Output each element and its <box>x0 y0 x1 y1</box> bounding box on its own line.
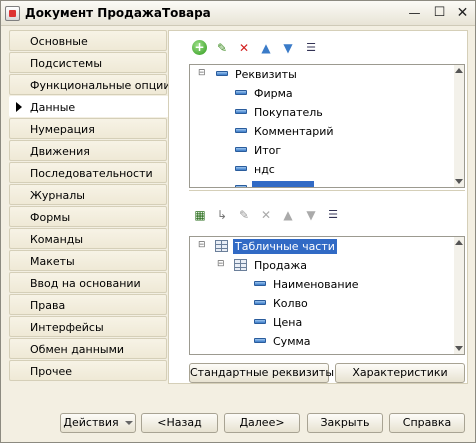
attribute-icon <box>254 281 266 286</box>
maximize-icon[interactable]: ☐ <box>431 5 448 21</box>
tabular-tree[interactable]: ⊟ Табличные части ⊟ Продажа Наименование… <box>189 236 465 355</box>
sidebar-item-subsystems[interactable]: Подсистемы <box>9 52 167 73</box>
next-button[interactable]: Далее> <box>224 413 300 433</box>
sidebar-item-rights[interactable]: Права <box>9 294 167 315</box>
window-title: Документ ПродажаТовара <box>25 6 211 20</box>
table-icon <box>215 240 228 252</box>
help-button[interactable]: Справка <box>389 413 465 433</box>
attribute-icon <box>254 338 266 343</box>
delete-icon[interactable]: ✕ <box>258 207 274 223</box>
scroll-up-icon[interactable] <box>455 240 463 245</box>
active-arrow-icon <box>16 102 22 112</box>
tabular-scrollbar[interactable] <box>454 237 464 354</box>
sidebar-item-numbering[interactable]: Нумерация <box>9 118 167 139</box>
sidebar-item-other[interactable]: Прочее <box>9 360 167 381</box>
close-icon[interactable]: ✕ <box>454 5 471 21</box>
move-down-icon[interactable]: ▼ <box>303 207 319 223</box>
add-table-icon[interactable]: ▦ <box>192 207 208 223</box>
attribute-icon <box>235 166 247 171</box>
move-up-icon[interactable]: ▲ <box>258 40 274 56</box>
chevron-down-icon <box>124 421 133 425</box>
sidebar-item-forms[interactable]: Формы <box>9 206 167 227</box>
collapse-icon[interactable]: ⊟ <box>198 241 207 250</box>
splitter[interactable] <box>189 190 465 191</box>
attribute-icon <box>254 319 266 324</box>
attribute-icon <box>235 128 247 133</box>
sidebar-item-data-exchange[interactable]: Обмен данными <box>9 338 167 359</box>
table-icon <box>234 259 247 271</box>
standard-requisites-button[interactable]: Стандартные реквизиты <box>189 363 334 383</box>
sidebar-item-templates[interactable]: Макеты <box>9 250 167 271</box>
collapse-icon[interactable]: ⊟ <box>198 69 207 78</box>
attribute-icon <box>235 109 247 114</box>
sidebar-item-movements[interactable]: Движения <box>9 140 167 161</box>
requisites-tree[interactable]: ⊟ Реквизиты Фирма Покупатель Комментарий… <box>189 64 465 188</box>
sidebar-item-functional-options[interactable]: Функциональные опции <box>9 74 170 95</box>
sort-icon[interactable]: ☰ <box>325 207 341 223</box>
attribute-icon <box>235 147 247 152</box>
sidebar-item-input-based-on[interactable]: Ввод на основании <box>9 272 167 293</box>
edit-icon[interactable]: ✎ <box>236 207 252 223</box>
sidebar-item-journals[interactable]: Журналы <box>9 184 167 205</box>
sidebar-item-sequences[interactable]: Последовательности <box>9 162 167 183</box>
move-up-icon[interactable]: ▲ <box>280 207 296 223</box>
add-icon[interactable]: + <box>192 40 207 55</box>
requisites-icon <box>216 71 228 76</box>
selection-highlight <box>252 181 314 187</box>
back-button[interactable]: <Назад <box>141 413 218 433</box>
sort-icon[interactable]: ☰ <box>303 40 319 56</box>
document-window: Документ ПродажаТовара — ☐ ✕ Основные По… <box>0 0 476 443</box>
attribute-icon <box>254 300 266 305</box>
attribute-icon <box>235 90 247 95</box>
sidebar: Основные Подсистемы Функциональные опции… <box>9 30 170 384</box>
actions-button[interactable]: Действия <box>60 413 136 433</box>
data-panel: + ✎ ✕ ▲ ▼ ☰ ⊟ Реквизиты Фирма Покупатель <box>168 30 468 384</box>
sidebar-item-main[interactable]: Основные <box>9 30 167 51</box>
sidebar-item-interfaces[interactable]: Интерфейсы <box>9 316 167 337</box>
delete-icon[interactable]: ✕ <box>236 40 252 56</box>
scroll-down-icon[interactable] <box>455 179 463 184</box>
collapse-icon[interactable]: ⊟ <box>217 260 226 269</box>
minimize-icon[interactable]: — <box>406 5 423 21</box>
close-button[interactable]: Закрыть <box>307 413 383 433</box>
edit-icon[interactable]: ✎ <box>214 40 230 56</box>
sidebar-item-data[interactable]: Данные <box>9 96 169 117</box>
add-subitem-icon[interactable]: ↳ <box>214 207 230 223</box>
requisites-scrollbar[interactable] <box>454 65 464 187</box>
move-down-icon[interactable]: ▼ <box>280 40 296 56</box>
scroll-down-icon[interactable] <box>455 346 463 351</box>
sidebar-item-commands[interactable]: Команды <box>9 228 167 249</box>
document-icon <box>5 6 20 21</box>
characteristics-button[interactable]: Характеристики <box>335 363 465 383</box>
title-bar[interactable]: Документ ПродажаТовара — ☐ ✕ <box>1 1 475 26</box>
attribute-icon <box>235 185 247 187</box>
scroll-up-icon[interactable] <box>455 68 463 73</box>
